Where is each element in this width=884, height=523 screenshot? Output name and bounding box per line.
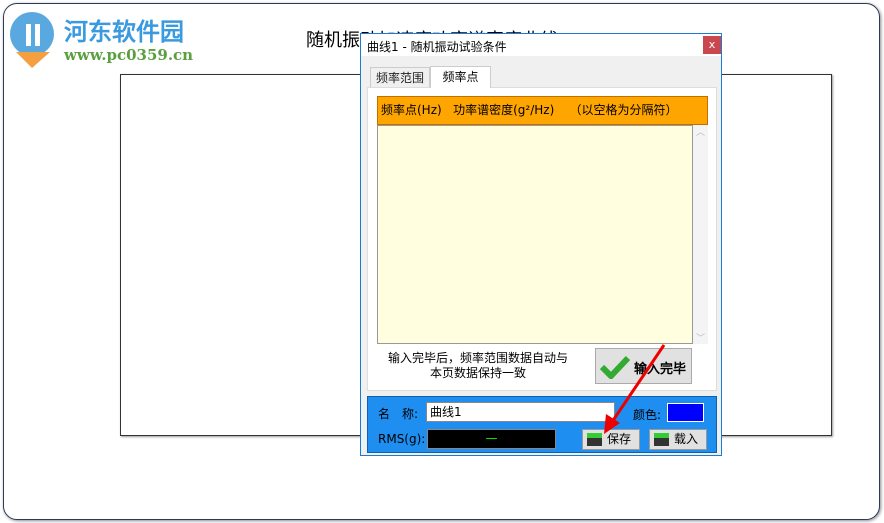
tab-frequency-points[interactable]: 频率点 <box>430 66 491 88</box>
